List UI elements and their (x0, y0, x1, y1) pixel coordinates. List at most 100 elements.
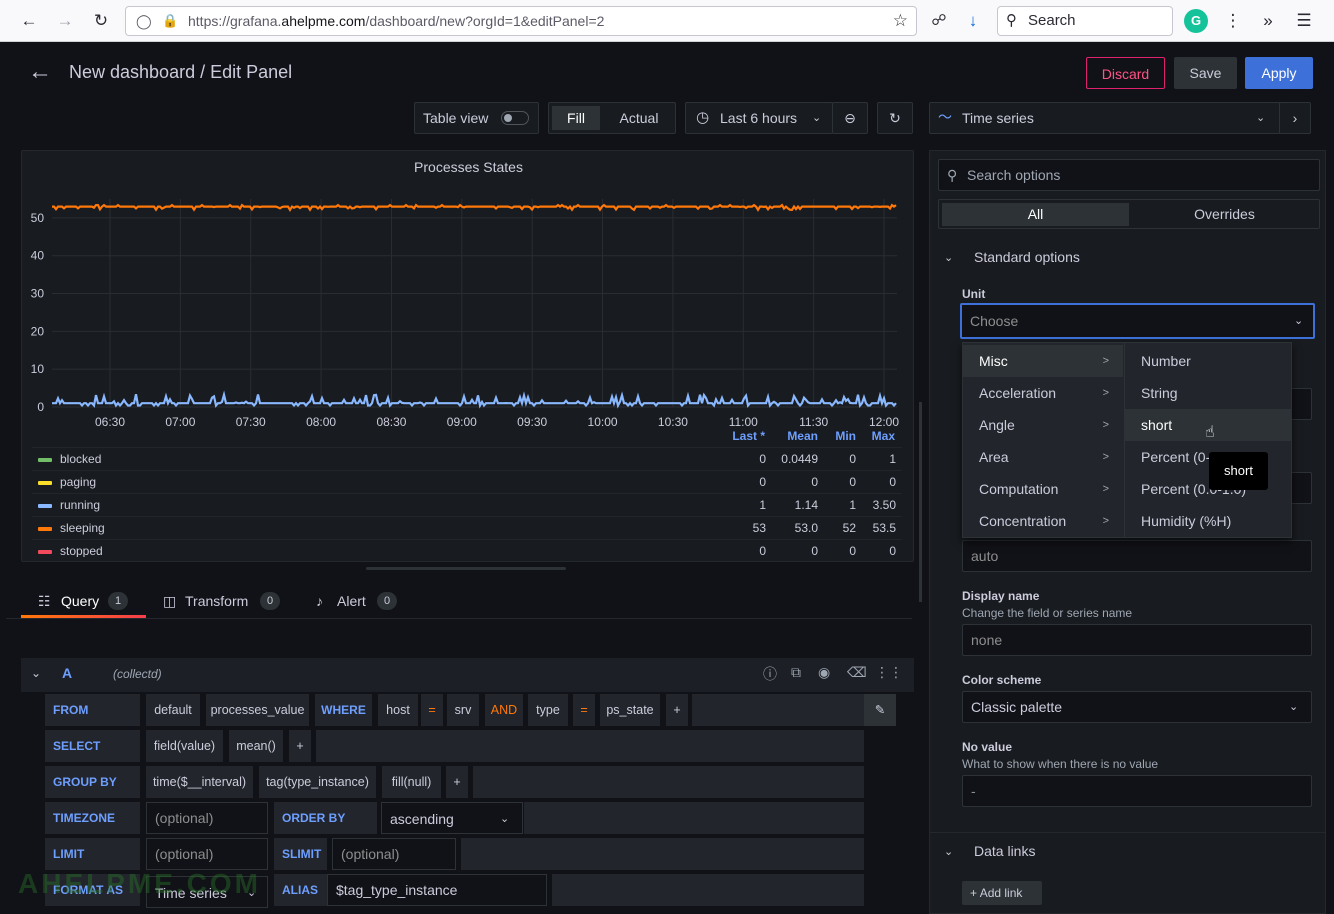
query-ref-id[interactable]: A (62, 665, 72, 681)
options-tab-overrides[interactable]: Overrides (1131, 203, 1318, 226)
unit-number[interactable]: Number (1125, 345, 1292, 377)
browser-search[interactable]: ⚲ Search (997, 6, 1173, 36)
raw-query-toggle[interactable]: ✎ (864, 694, 896, 726)
section-data-links[interactable]: Data links (974, 843, 1035, 859)
page-title: New dashboard / Edit Panel (69, 62, 293, 82)
visualization-picker[interactable]: 〜 Time series ⌄ (929, 102, 1284, 134)
alias-input[interactable]: $tag_type_instance (327, 874, 547, 906)
unit-category-concentration[interactable]: Concentration > (963, 505, 1123, 537)
decimals-input[interactable]: auto (962, 540, 1312, 572)
select-aggregation[interactable]: mean() (229, 730, 283, 762)
discard-button[interactable]: Discard (1086, 57, 1165, 89)
help-icon[interactable]: ⓘ (763, 664, 777, 684)
where-value-srv[interactable]: srv (447, 694, 479, 726)
actual-option[interactable]: Actual (607, 103, 671, 133)
unit-category-angle[interactable]: Angle > (963, 409, 1123, 441)
fill-option[interactable]: Fill (552, 106, 600, 130)
no-value-input[interactable]: - (962, 775, 1312, 807)
select-field[interactable]: field(value) (146, 730, 223, 762)
legend-header-last[interactable]: Last * (705, 429, 765, 443)
vertical-splitter[interactable] (919, 402, 922, 602)
where-and[interactable]: AND (485, 694, 523, 726)
unit-string[interactable]: String (1125, 377, 1292, 409)
collapse-options-button[interactable]: › (1279, 102, 1311, 134)
unit-picker[interactable]: Choose ⌄ (960, 303, 1315, 339)
unit-category-computation[interactable]: Computation > (963, 473, 1123, 505)
tab-transform[interactable]: ◫ Transform 0 (163, 588, 288, 618)
time-range-picker[interactable]: ◷ Last 6 hours ⌄ (685, 102, 833, 134)
order-by-select[interactable]: ascending ⌄ (381, 802, 523, 834)
legend-swatch (38, 458, 52, 462)
add-link-button[interactable]: + Add link (962, 881, 1042, 905)
where-key-host[interactable]: host (378, 694, 418, 726)
unit-category-misc[interactable]: Misc > (963, 345, 1123, 377)
back-icon[interactable]: ← (16, 8, 42, 34)
duplicate-icon[interactable]: ⧉ (791, 664, 801, 681)
hamburger-menu-icon[interactable]: ☰ (1291, 8, 1317, 34)
section-standard-options[interactable]: Standard options (974, 249, 1080, 265)
tab-alert[interactable]: ♪ Alert 0 (316, 588, 416, 618)
pocket-icon[interactable]: ☍ (926, 8, 952, 34)
refresh-button[interactable]: ↻ (877, 102, 913, 134)
where-operator[interactable]: = (573, 694, 595, 726)
drag-handle-icon[interactable]: ⋮⋮ (875, 664, 903, 681)
apply-button[interactable]: Apply (1245, 57, 1313, 89)
options-tab-all[interactable]: All (942, 203, 1129, 226)
legend-row-paging[interactable]: paging 0 0 0 0 (32, 470, 902, 493)
collapse-chevron-icon[interactable]: ⌄ (31, 666, 41, 680)
legend-header-max[interactable]: Max (835, 429, 895, 443)
tab-query[interactable]: ☷ Query 1 (21, 588, 146, 618)
table-view-toggle[interactable]: Table view (414, 102, 539, 134)
zoom-out-button[interactable]: ⊖ (832, 102, 868, 134)
where-key-type[interactable]: type (528, 694, 568, 726)
legend-last: 1 (759, 498, 766, 512)
chevron-down-icon[interactable]: ⌄ (944, 251, 953, 264)
group-by-fill[interactable]: fill(null) (382, 766, 441, 798)
overflow-chevrons-icon[interactable]: » (1255, 8, 1281, 34)
where-value-ps-state[interactable]: ps_state (600, 694, 660, 726)
group-by-add-button[interactable]: + (446, 766, 468, 798)
hand-cursor-icon: ☝ (1205, 424, 1215, 441)
splitter-handle[interactable] (366, 567, 566, 570)
series-line-sleeping[interactable] (52, 203, 897, 213)
query-datasource: (collectd) (113, 667, 162, 681)
select-add-button[interactable]: + (289, 730, 311, 762)
url-bar[interactable]: ◯ 🔒 https://grafana.ahelpme.com/dashboar… (125, 6, 917, 36)
trash-icon[interactable]: ⌫ (847, 664, 867, 681)
url-prefix: https://grafana. (188, 13, 282, 29)
group-by-tag[interactable]: tag(type_instance) (259, 766, 376, 798)
legend-row-stopped[interactable]: stopped 0 0 0 0 (32, 539, 902, 557)
where-operator[interactable]: = (421, 694, 443, 726)
legend-row-sleeping[interactable]: sleeping 53 53.0 52 53.5 (32, 516, 902, 539)
search-options-input[interactable]: ⚲ Search options (938, 159, 1320, 191)
timezone-input[interactable]: (optional) (146, 802, 268, 834)
forward-icon[interactable]: → (52, 8, 78, 34)
reload-icon[interactable]: ↻ (88, 8, 114, 34)
transform-icon: ◫ (163, 593, 177, 609)
download-icon[interactable]: ↓ (960, 8, 986, 34)
query-row-header[interactable]: ⌄ A (collectd) ⓘ ⧉ ◉ ⌫ ⋮⋮ (21, 658, 914, 692)
extension-icon[interactable]: ⋮ (1220, 8, 1246, 34)
legend-row-blocked[interactable]: blocked 0 0.0449 0 1 (32, 447, 902, 470)
legend-row-running[interactable]: running 1 1.14 1 3.50 (32, 493, 902, 516)
group-by-time[interactable]: time($__interval) (146, 766, 253, 798)
limit-input[interactable]: (optional) (146, 838, 268, 870)
save-button[interactable]: Save (1174, 57, 1237, 89)
display-name-input[interactable]: none (962, 624, 1312, 656)
bookmark-star-icon[interactable]: ☆ (893, 7, 908, 35)
eye-icon[interactable]: ◉ (818, 664, 830, 681)
unit-category-acceleration[interactable]: Acceleration > (963, 377, 1123, 409)
where-add-button[interactable]: + (666, 694, 688, 726)
grammarly-icon[interactable]: G (1184, 9, 1208, 33)
unit-category-area[interactable]: Area > (963, 441, 1123, 473)
from-measurement[interactable]: processes_value (206, 694, 309, 726)
from-policy[interactable]: default (146, 694, 200, 726)
slimit-input[interactable]: (optional) (332, 838, 456, 870)
unit-humidity[interactable]: Humidity (%H) (1125, 505, 1292, 537)
color-scheme-select[interactable]: Classic palette ⌄ (962, 691, 1312, 723)
toggle-switch[interactable] (501, 111, 529, 125)
back-arrow-icon[interactable]: ← (28, 58, 52, 86)
series-line-running[interactable] (52, 390, 897, 409)
time-series-chart[interactable]: 0 10 20 30 40 50 06:30 07:00 07:30 08:00 08:30 09:0… (22, 191, 915, 431)
chevron-down-icon[interactable]: ⌄ (944, 845, 953, 858)
